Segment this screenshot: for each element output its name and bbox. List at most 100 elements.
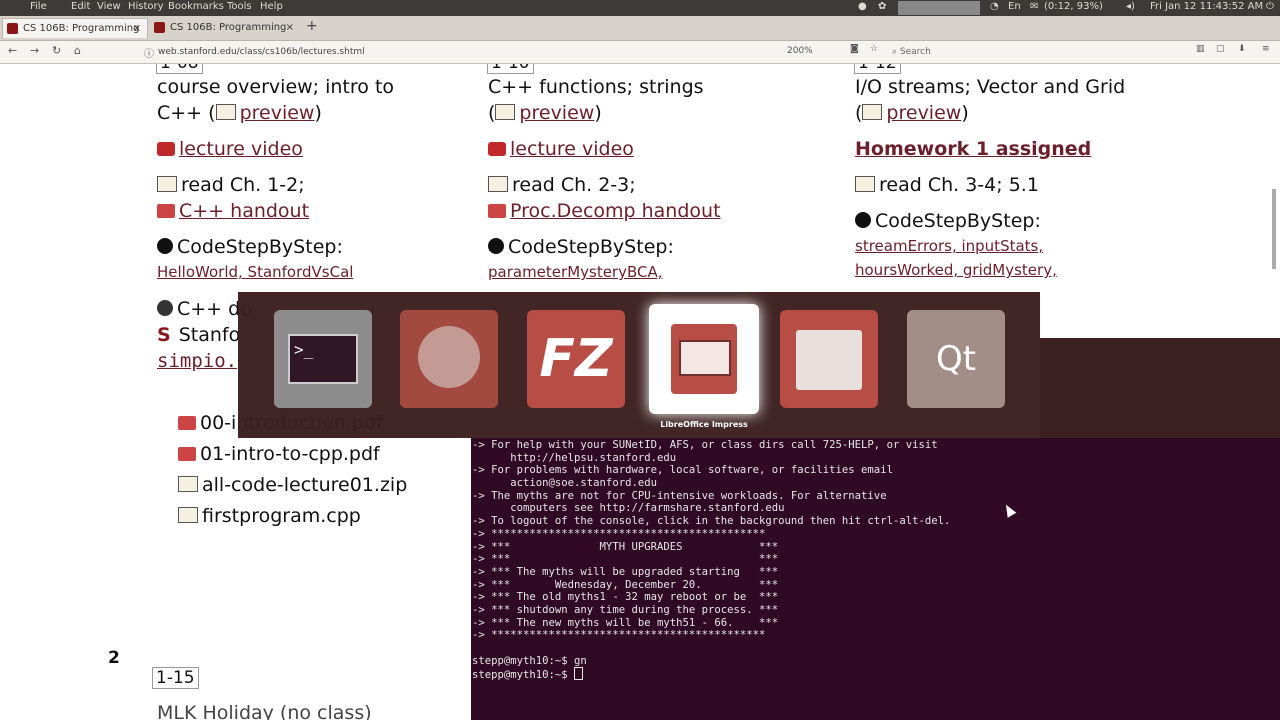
reading: read Ch. 1-2; (181, 174, 305, 196)
codestepbystep-icon (488, 238, 504, 254)
codestep-label: CodeStepByStep: (508, 236, 674, 258)
tab-bar: CS 106B: Programming × CS 106B: Programm… (0, 16, 1280, 41)
cpp-file-icon (178, 507, 198, 523)
new-tab-button[interactable]: + (306, 18, 318, 34)
close-tab-icon[interactable]: × (133, 19, 141, 39)
selected-app-label: LibreOffice Impress (660, 420, 748, 429)
terminal-line: -> *** The new myths will be myth51 - 66… (472, 616, 779, 629)
terminal-line: -> To logout of the console, click in th… (472, 515, 951, 528)
lecture-video-link[interactable]: lecture video (179, 138, 303, 160)
home-icon[interactable]: ⌂ (74, 44, 81, 57)
back-icon[interactable]: ← (8, 44, 17, 57)
terminal-window[interactable]: -> For help with your SUNetID, AFS, or c… (471, 438, 1280, 720)
firefox-icon[interactable] (400, 310, 498, 408)
power-icon[interactable]: ⏻ (1266, 1, 1274, 12)
file-link[interactable]: all-code-lecture01.zip (202, 474, 407, 496)
codestep-label: CodeStepByStep: (177, 236, 343, 258)
qt-creator-icon[interactable]: Qt (907, 310, 1005, 408)
close-tab-icon[interactable]: × (286, 18, 294, 38)
paw-icon[interactable]: ✿ (878, 1, 886, 12)
libreoffice-impress-icon[interactable] (649, 304, 759, 414)
downloads-icon[interactable]: ⬇ (1238, 44, 1246, 54)
filezilla-icon[interactable]: FZ (527, 310, 625, 408)
pdf-icon (178, 447, 196, 461)
library-icon[interactable]: ▥ (1196, 44, 1205, 54)
date-badge: 1-15 (152, 667, 199, 689)
book-icon (488, 176, 508, 192)
app-switcher: >_ FZ Qt LibreOffice Impress (238, 292, 1040, 438)
forward-icon[interactable]: → (30, 44, 39, 57)
problem-links[interactable]: parameterMysteryBCA, (481, 260, 821, 284)
terminal-line: -> For help with your SUNetID, AFS, or c… (472, 439, 938, 451)
codestepbystep-icon (855, 212, 871, 228)
date-badge: 1-12 (854, 64, 901, 74)
hamburger-menu-icon[interactable]: ≡ (1262, 44, 1270, 54)
slides-icon (215, 104, 236, 120)
file-link[interactable]: 01-intro-to-cpp.pdf (200, 443, 380, 465)
lecture-title: I/O streams; Vector and Grid (855, 76, 1126, 98)
cpp-icon (157, 300, 173, 316)
site-info-icon[interactable]: ⓘ (144, 45, 154, 60)
tab-cs106b-2[interactable]: CS 106B: Programming × (150, 18, 300, 38)
terminal-line: computers see http://farmshare.stanford.… (472, 502, 785, 515)
volume-icon[interactable]: ◂) (1126, 1, 1135, 12)
pdf-icon (488, 204, 506, 218)
pdf-icon (178, 416, 196, 430)
codestep-label: CodeStepByStep: (875, 210, 1041, 232)
stanford-lib-link[interactable]: Stanfo (179, 324, 241, 346)
lecture-video-link[interactable]: lecture video (510, 138, 634, 160)
scrollbar[interactable] (1272, 189, 1276, 269)
terminal-line: stepp@myth10:~$ gn (472, 654, 587, 667)
menu-tools[interactable]: Tools (227, 1, 252, 12)
terminal-icon[interactable]: >_ (274, 310, 372, 408)
preview-link[interactable]: preview (519, 102, 594, 124)
search-placeholder: Search (899, 47, 931, 57)
terminal-line: stepp@myth10:~$ (472, 667, 1280, 681)
menu-history[interactable]: History (128, 1, 164, 12)
terminal-line: -> *** MYTH UPGRADES *** (472, 540, 779, 553)
handout-link[interactable]: C++ handout (179, 200, 309, 222)
tab-cs106b-1[interactable]: CS 106B: Programming × (2, 18, 148, 38)
terminal-line: action@soe.stanford.edu (472, 477, 657, 490)
paren: ) (314, 102, 322, 124)
preview-link[interactable]: preview (240, 102, 315, 124)
keyboard-layout-icon[interactable]: En (1008, 1, 1021, 12)
system-monitor-graph (898, 1, 980, 15)
pdf-icon (157, 204, 175, 218)
date-badge: 1-10 (487, 64, 534, 74)
homework-link[interactable]: Homework 1 assigned (848, 136, 1188, 162)
file-link[interactable]: firstprogram.cpp (202, 505, 361, 527)
url-bar[interactable]: web.stanford.edu/class/cs106b/lectures.s… (158, 44, 858, 60)
terminal-line: http://helpsu.stanford.edu (472, 451, 677, 464)
slides-icon (862, 104, 883, 120)
terminal-line: -> The myths are not for CPU-intensive w… (472, 489, 887, 502)
lecture-title-cont: C++ ( (157, 102, 216, 124)
handout-link[interactable]: Proc.Decomp handout (510, 200, 721, 222)
sidebar-icon[interactable]: ▢ (1216, 44, 1225, 54)
search-input[interactable]: ⌕ Search (892, 44, 1002, 60)
menu-file[interactable]: File (30, 1, 47, 12)
menu-bookmarks[interactable]: Bookmarks (168, 1, 224, 12)
wifi-icon[interactable]: ◔ (990, 1, 999, 12)
file-manager-icon[interactable] (780, 310, 878, 408)
video-icon (157, 142, 175, 156)
reload-icon[interactable]: ↻ (52, 44, 61, 57)
problem-links[interactable]: hoursWorked, gridMystery, (848, 258, 1188, 282)
stanford-favicon-icon (154, 22, 165, 33)
mail-icon[interactable]: ✉ (1030, 1, 1038, 12)
record-icon[interactable]: ● (858, 1, 867, 12)
preview-link[interactable]: preview (886, 102, 961, 124)
app-switcher-backdrop (1040, 338, 1280, 438)
video-icon (488, 142, 506, 156)
clock[interactable]: Fri Jan 12 11:43:52 AM (1150, 1, 1263, 12)
menu-view[interactable]: View (97, 1, 121, 12)
problem-links[interactable]: HelloWorld, StanfordVsCal (150, 260, 470, 284)
problem-links[interactable]: streamErrors, inputStats, (848, 234, 1188, 258)
tab-label: CS 106B: Programming (23, 23, 140, 34)
battery-status[interactable]: (0:12, 93%) (1044, 1, 1103, 12)
lecture-column-3: 1-12 I/O streams; Vector and Grid (previ… (848, 64, 1188, 282)
bookmark-star-icon[interactable]: ☆ (870, 44, 878, 54)
menu-edit[interactable]: Edit (71, 1, 90, 12)
menu-help[interactable]: Help (260, 1, 283, 12)
